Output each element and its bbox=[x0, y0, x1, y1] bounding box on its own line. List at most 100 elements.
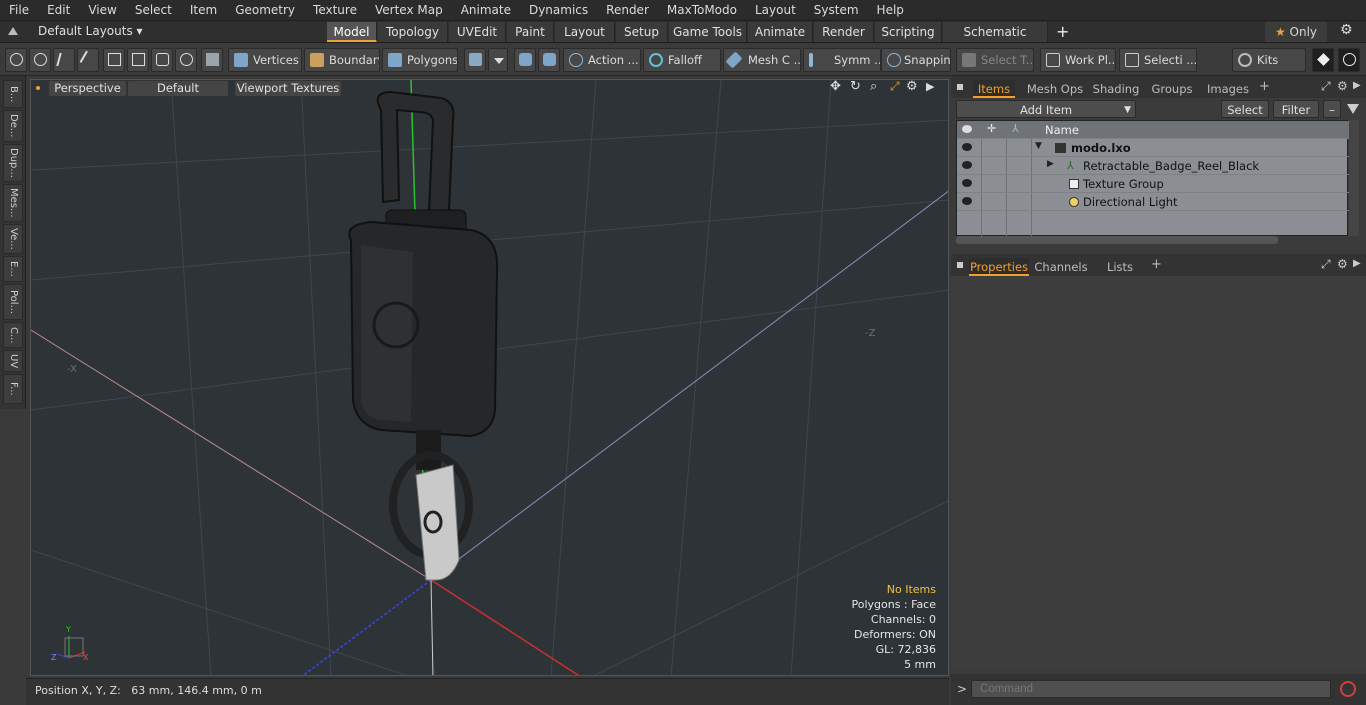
expand-arrow-icon[interactable]: ▼ bbox=[1035, 141, 1042, 151]
tab-lists[interactable]: Lists bbox=[1097, 258, 1143, 276]
tab-model[interactable]: Model bbox=[327, 22, 377, 42]
tab-layout[interactable]: Layout bbox=[555, 22, 615, 42]
viewport-dot-icon[interactable] bbox=[36, 86, 40, 90]
rotate-view-icon[interactable]: ↻ bbox=[850, 79, 861, 94]
menu-file[interactable]: File bbox=[0, 0, 38, 21]
tab-basic[interactable]: B... bbox=[3, 80, 23, 108]
brush-icon[interactable] bbox=[77, 48, 99, 72]
boundary-button[interactable]: Boundary bbox=[304, 48, 380, 72]
menu-view[interactable]: View bbox=[79, 0, 125, 21]
panel-menu-icon[interactable] bbox=[957, 84, 963, 90]
maximize-view-icon[interactable]: ⤢ bbox=[890, 79, 900, 94]
menu-select[interactable]: Select bbox=[126, 0, 181, 21]
visibility-eye-icon[interactable] bbox=[962, 197, 972, 205]
pivot-icon[interactable] bbox=[151, 48, 173, 72]
tab-properties[interactable]: Properties bbox=[969, 258, 1029, 276]
panel-more-icon[interactable]: ▶ bbox=[1353, 258, 1361, 269]
tab-deform[interactable]: De... bbox=[3, 110, 23, 142]
work-plane-button[interactable]: Work Pl... bbox=[1040, 48, 1116, 72]
item-list-hscrollbar[interactable] bbox=[956, 236, 1278, 244]
tab-images[interactable]: Images bbox=[1201, 80, 1255, 98]
panel-more-icon[interactable]: ▶ bbox=[1353, 80, 1361, 91]
tab-shading[interactable]: Shading bbox=[1089, 80, 1143, 98]
tab-curve[interactable]: C... bbox=[3, 322, 23, 348]
tab-render[interactable]: Render bbox=[814, 22, 874, 42]
panel-menu-icon[interactable] bbox=[957, 262, 963, 268]
unity-icon[interactable] bbox=[1312, 48, 1334, 72]
visibility-eye-icon[interactable] bbox=[962, 143, 972, 151]
falloff-button[interactable]: Falloff bbox=[643, 48, 721, 72]
mesh-constraint-button[interactable]: Mesh C ... bbox=[723, 48, 801, 72]
action-button[interactable]: Action ... bbox=[563, 48, 641, 72]
list-item-texture-group[interactable]: Texture Group bbox=[957, 175, 1349, 193]
center-icon[interactable] bbox=[127, 48, 149, 72]
perspective-button[interactable]: Perspective bbox=[49, 81, 126, 96]
add-panel-tab-icon[interactable]: + bbox=[1151, 257, 1162, 272]
select-button[interactable]: Select bbox=[1221, 100, 1269, 118]
move-view-icon[interactable]: ✥ bbox=[830, 79, 841, 94]
tab-schematic-fusion[interactable]: Schematic Fusion bbox=[943, 22, 1048, 59]
menu-help[interactable]: Help bbox=[868, 0, 913, 21]
add-item-button[interactable]: Add Item ▼ bbox=[956, 100, 1136, 118]
menu-animate[interactable]: Animate bbox=[452, 0, 520, 21]
dropdown-arrow-icon[interactable] bbox=[488, 48, 508, 72]
globe-icon[interactable] bbox=[29, 48, 51, 72]
add-panel-tab-icon[interactable]: + bbox=[1259, 79, 1270, 94]
menu-layout[interactable]: Layout bbox=[746, 0, 805, 21]
panel-settings-icon[interactable]: ⚙ bbox=[1337, 257, 1348, 271]
sym-shield2-icon[interactable] bbox=[538, 48, 560, 72]
menu-render[interactable]: Render bbox=[597, 0, 658, 21]
collapse-list-icon[interactable]: – bbox=[1323, 100, 1341, 118]
tab-uvedit[interactable]: UVEdit bbox=[449, 22, 506, 42]
list-item-mesh[interactable]: ▶ ⅄ Retractable_Badge_Reel_Black bbox=[957, 157, 1349, 175]
settings-gear-icon[interactable]: ⚙ bbox=[1340, 22, 1353, 38]
tab-mesh-edit[interactable]: Mes... bbox=[3, 184, 23, 222]
add-tab-icon[interactable]: + bbox=[1056, 21, 1069, 42]
menu-system[interactable]: System bbox=[805, 0, 868, 21]
panel-settings-icon[interactable]: ⚙ bbox=[1337, 79, 1348, 93]
pen-icon[interactable] bbox=[53, 48, 75, 72]
item-list-vscrollbar[interactable] bbox=[1349, 120, 1359, 236]
tab-setup[interactable]: Setup bbox=[616, 22, 668, 42]
only-toggle[interactable]: ★ Only bbox=[1265, 22, 1327, 42]
polygons-button[interactable]: Polygons bbox=[382, 48, 458, 72]
expand-arrow-icon[interactable]: ▶ bbox=[1047, 159, 1054, 169]
shading-default-button[interactable]: Default bbox=[128, 81, 228, 96]
menu-item[interactable]: Item bbox=[181, 0, 226, 21]
menu-texture[interactable]: Texture bbox=[304, 0, 366, 21]
unreal-icon[interactable] bbox=[1338, 48, 1360, 72]
panel-expand-icon[interactable]: ⤢ bbox=[1321, 257, 1331, 272]
filter-button[interactable]: Filter bbox=[1273, 100, 1319, 118]
command-input[interactable] bbox=[971, 680, 1331, 698]
tab-polygon[interactable]: Pol... bbox=[3, 284, 23, 320]
menu-geometry[interactable]: Geometry bbox=[226, 0, 304, 21]
tab-vertex[interactable]: Ve... bbox=[3, 224, 23, 254]
viewport-textures-button[interactable]: Viewport Textures bbox=[235, 81, 341, 96]
snapping-button[interactable]: Snapping bbox=[881, 48, 951, 72]
list-item-light[interactable]: Directional Light bbox=[957, 193, 1349, 211]
layout-selector[interactable]: Default Layouts ▾ bbox=[38, 24, 143, 38]
menu-edit[interactable]: Edit bbox=[38, 0, 79, 21]
zoom-view-icon[interactable]: ⌕ bbox=[870, 79, 877, 94]
viewport-settings-icon[interactable]: ⚙ bbox=[906, 79, 918, 94]
tab-edge[interactable]: E... bbox=[3, 256, 23, 282]
tab-uv[interactable]: UV bbox=[3, 350, 23, 372]
tab-game-tools[interactable]: Game Tools bbox=[669, 22, 747, 42]
tab-groups[interactable]: Groups bbox=[1149, 80, 1195, 98]
panel-expand-icon[interactable]: ⤢ bbox=[1321, 79, 1331, 94]
record-icon[interactable] bbox=[1340, 681, 1356, 697]
visibility-eye-icon[interactable] bbox=[962, 179, 972, 187]
3d-viewport[interactable]: Y Z X -Z -X No Items Polygons : Face Cha… bbox=[30, 79, 949, 676]
collapse-icon[interactable] bbox=[8, 27, 18, 35]
menu-vertex-map[interactable]: Vertex Map bbox=[366, 0, 452, 21]
tab-animate[interactable]: Animate bbox=[748, 22, 813, 42]
kits-button[interactable]: Kits bbox=[1232, 48, 1306, 72]
align-icon[interactable] bbox=[103, 48, 125, 72]
tab-items[interactable]: Items bbox=[973, 80, 1015, 98]
tab-fusion[interactable]: F... bbox=[3, 374, 23, 404]
tab-scripting[interactable]: Scripting bbox=[875, 22, 942, 42]
tab-channels[interactable]: Channels bbox=[1033, 258, 1089, 276]
menu-maxtomodo[interactable]: MaxToModo bbox=[658, 0, 746, 21]
tab-topology[interactable]: Topology bbox=[378, 22, 448, 42]
tab-paint[interactable]: Paint bbox=[507, 22, 554, 42]
